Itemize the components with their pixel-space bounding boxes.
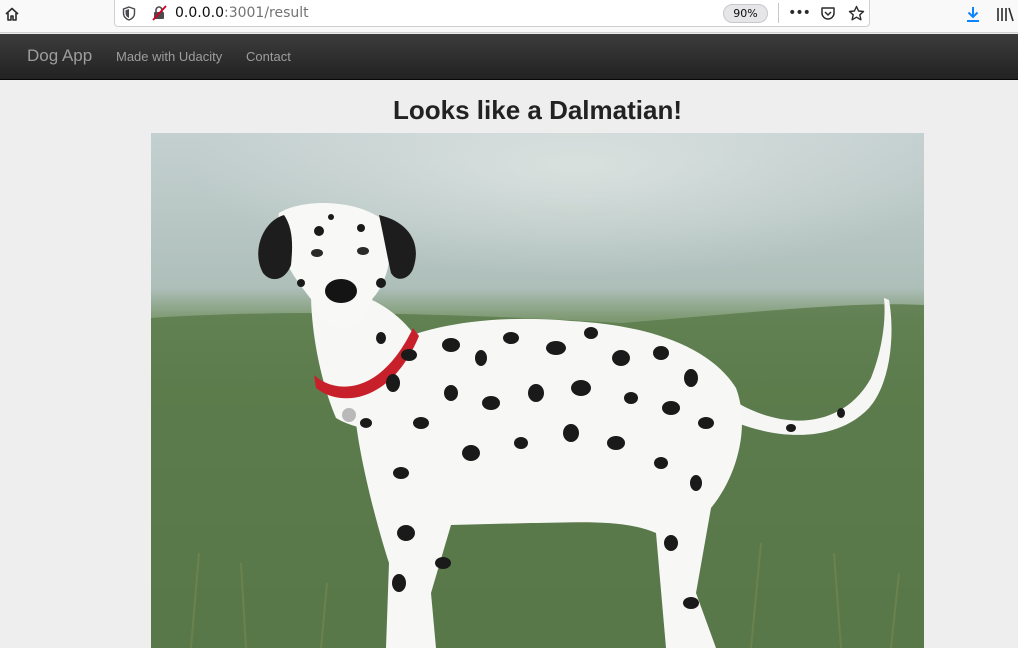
dalmatian-dog-illustration — [151, 133, 924, 648]
url-text[interactable]: 0.0.0.0:3001/result — [175, 5, 309, 22]
tracking-protection-shield-icon[interactable] — [121, 5, 137, 21]
url-bar-divider — [778, 3, 779, 23]
address-bar[interactable]: 0.0.0.0:3001/result 90% ••• — [114, 0, 870, 27]
navbar-brand-link[interactable]: Dog App — [27, 46, 92, 66]
nav-link-made-with-udacity[interactable]: Made with Udacity — [116, 49, 222, 64]
result-heading: Looks like a Dalmatian! — [393, 95, 682, 125]
page-actions-menu-icon[interactable]: ••• — [788, 4, 811, 22]
insecure-connection-icon[interactable] — [150, 5, 168, 21]
download-arrow-icon[interactable] — [963, 4, 983, 24]
site-navbar: Dog App Made with Udacity Contact — [0, 34, 1018, 80]
library-icon[interactable] — [995, 5, 1015, 23]
url-path: :3001/result — [223, 5, 309, 21]
dog-photo — [151, 133, 924, 648]
pocket-icon[interactable] — [818, 4, 838, 22]
home-icon[interactable] — [2, 4, 22, 24]
zoom-level-badge[interactable]: 90% — [723, 4, 768, 23]
bookmark-star-icon[interactable] — [846, 3, 866, 23]
browser-toolbar: 0.0.0.0:3001/result 90% ••• — [0, 0, 1018, 33]
url-host: 0.0.0.0 — [175, 5, 224, 21]
nav-link-contact[interactable]: Contact — [246, 49, 291, 64]
